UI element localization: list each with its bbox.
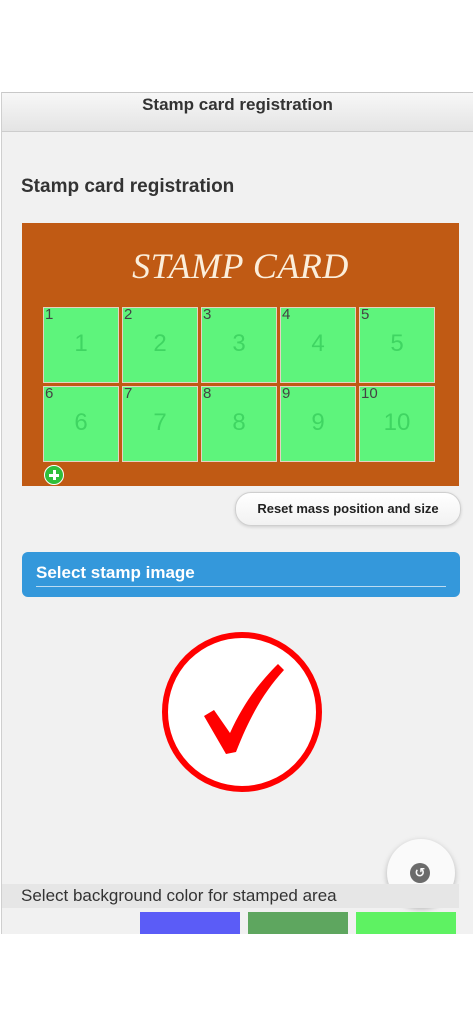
stamp-cell-2[interactable]: 2 2: [122, 306, 198, 383]
stamp-cell-8[interactable]: 8 8: [201, 385, 277, 462]
cell-number: 3: [232, 330, 246, 357]
cell-number: 10: [383, 409, 411, 436]
background-color-label: Select background color for stamped area: [2, 884, 459, 908]
refresh-icon: ↺: [410, 863, 430, 883]
plus-circle-icon[interactable]: [44, 465, 64, 485]
header-bar: Stamp card registration: [2, 92, 473, 132]
cell-tag: 5: [361, 306, 370, 323]
stamp-cell-3[interactable]: 3 3: [201, 306, 277, 383]
checkmark-circle-icon[interactable]: [160, 630, 324, 794]
page-title: Stamp card registration: [21, 176, 235, 197]
select-stamp-image-label: Select stamp image: [36, 563, 195, 582]
cell-number: 1: [74, 330, 88, 357]
stamp-cell-7[interactable]: 7 7: [122, 385, 198, 462]
cell-number: 9: [311, 409, 325, 436]
select-stamp-image-button[interactable]: Select stamp image: [22, 552, 460, 597]
stamp-cell-5[interactable]: 5 5: [359, 306, 435, 383]
stamp-cell-6[interactable]: 6 6: [43, 385, 119, 462]
cell-tag: 1: [45, 306, 54, 323]
cell-number: 7: [153, 409, 167, 436]
stamp-cell-10[interactable]: 10 10: [359, 385, 435, 462]
cell-tag: 3: [203, 306, 212, 323]
swatch-dark-green[interactable]: [248, 912, 348, 934]
header-title: Stamp card registration: [142, 95, 333, 114]
underline-divider: [36, 586, 446, 587]
cell-number: 6: [74, 409, 88, 436]
cell-tag: 2: [124, 306, 133, 323]
stamp-cell-4[interactable]: 4 4: [280, 306, 356, 383]
stamp-cell-1[interactable]: 1 1: [43, 306, 119, 383]
cell-number: 4: [311, 330, 325, 357]
cell-tag: 10: [361, 385, 378, 402]
cell-tag: 8: [203, 385, 212, 402]
reset-mass-button[interactable]: Reset mass position and size: [235, 492, 461, 526]
cell-tag: 9: [282, 385, 291, 402]
card-title: STAMP CARD: [132, 246, 349, 286]
swatch-light-green[interactable]: [356, 912, 456, 934]
swatch-blue[interactable]: [140, 912, 240, 934]
app-screen: Stamp card registration Stamp card regis…: [1, 92, 473, 934]
cell-number: 5: [390, 330, 404, 357]
device-frame: Stamp card registration Stamp card regis…: [0, 0, 473, 1024]
cell-tag: 6: [45, 385, 54, 402]
cell-tag: 4: [282, 306, 291, 323]
cell-number: 8: [232, 409, 246, 436]
stamp-cell-9[interactable]: 9 9: [280, 385, 356, 462]
cell-tag: 7: [124, 385, 133, 402]
stamp-card-preview: STAMP CARD 1 1 2 2 3 3 4 4 5 5 6 6 7 7 8…: [22, 223, 459, 486]
cell-number: 2: [153, 330, 167, 357]
